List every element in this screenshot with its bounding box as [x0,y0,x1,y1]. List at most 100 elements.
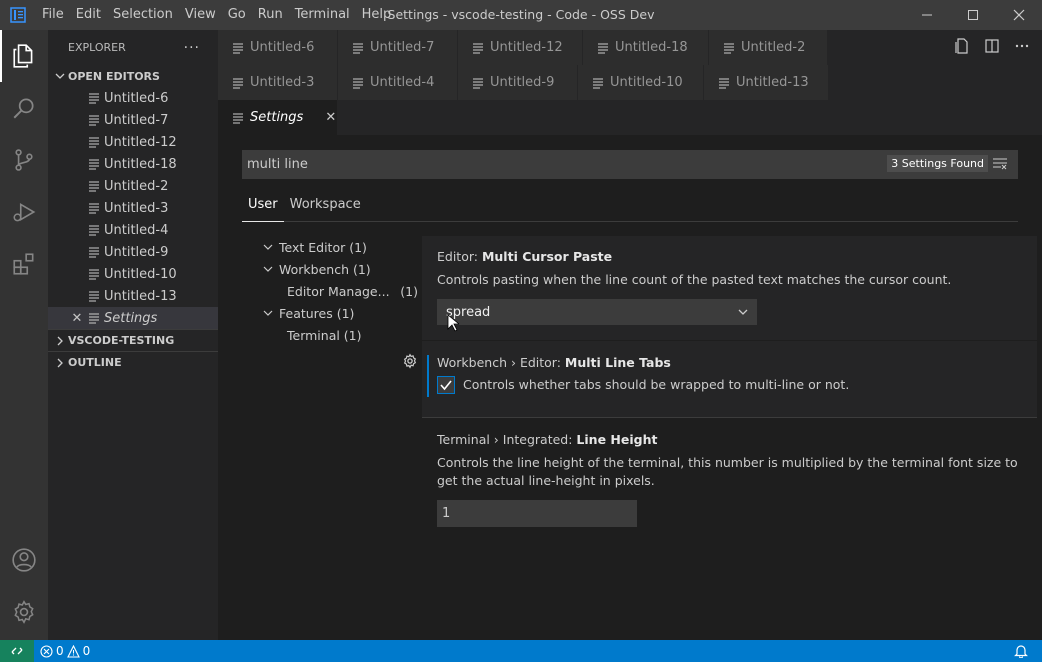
open-editor-item[interactable]: Untitled-9 [48,241,218,263]
setting-title: Workbench › Editor: Multi Line Tabs [437,355,1022,370]
focus-indicator [427,355,429,397]
menu-help[interactable]: Help [356,0,398,30]
toc-features[interactable]: Features (1) [258,302,418,324]
setting-description: Controls pasting when the line count of … [437,272,952,287]
file-lines-icon [352,42,364,54]
search-activity[interactable] [0,82,48,134]
explorer-activity[interactable] [0,30,48,82]
tab-untitled-18[interactable]: Untitled-18 [583,30,709,65]
open-editor-label: Untitled-9 [104,244,169,260]
setting-category: Editor: [437,249,482,264]
menu-selection[interactable]: Selection [107,0,179,30]
tab-row-2: Untitled-3 Untitled-4 Untitled-9 Untitled-1… [218,65,829,100]
settings-scope-tabs: User Workspace [242,195,1018,222]
file-lines-icon [352,77,364,89]
open-editor-item[interactable]: Untitled-3 [48,197,218,219]
problems-indicator[interactable]: 0 0 [34,644,90,658]
menu-view[interactable]: View [179,0,222,30]
split-editor-icon[interactable] [984,38,1000,54]
tab-untitled-12[interactable]: Untitled-12 [458,30,583,65]
tab-untitled-6[interactable]: Untitled-6 [218,30,338,65]
menu-file[interactable]: File [36,0,70,30]
remote-indicator[interactable] [0,640,34,662]
tab-untitled-9[interactable]: Untitled-9 [458,65,578,100]
source-control-activity[interactable] [0,134,48,186]
accounts-activity[interactable] [0,534,48,586]
more-actions-icon[interactable]: ··· [184,40,200,56]
extensions-activity[interactable] [0,238,48,290]
menu-go[interactable]: Go [222,0,252,30]
status-bar: 0 0 [0,640,1042,662]
clear-filter-icon[interactable] [992,157,1008,171]
open-editor-label: Untitled-6 [104,90,169,106]
open-editor-item[interactable]: Untitled-13 [48,285,218,307]
tab-label: Untitled-18 [615,40,688,55]
manage-activity[interactable] [0,586,48,638]
toc-terminal[interactable]: Terminal (1) [258,324,418,346]
file-lines-icon [88,136,104,148]
toc-workbench[interactable]: Workbench (1) [258,258,418,280]
toc-text-editor[interactable]: Text Editor (1) [258,236,418,258]
run-debug-activity[interactable] [0,186,48,238]
tab-settings[interactable]: Settings ✕ [218,100,338,135]
setting-description: Controls whether tabs should be wrapped … [463,377,850,392]
multi-line-tabs-checkbox[interactable] [437,376,455,394]
open-editor-item[interactable]: Untitled-7 [48,109,218,131]
results-count-badge: 3 Settings Found [887,155,988,172]
setting-title: Editor: Multi Cursor Paste [437,249,1022,264]
open-editor-item[interactable]: Untitled-12 [48,131,218,153]
open-editor-settings[interactable]: ✕ Settings [48,307,218,329]
toc-label: Text Editor (1) [279,239,367,255]
open-editor-item[interactable]: Untitled-4 [48,219,218,241]
open-editors-section[interactable]: OPEN EDITORS [48,65,218,87]
toc-editor-management[interactable]: Editor Manage... (1) [258,280,418,302]
tab-untitled-3[interactable]: Untitled-3 [218,65,338,100]
mouse-cursor-icon [447,314,459,332]
menu-run[interactable]: Run [252,0,289,30]
line-height-input[interactable]: 1 [437,500,637,527]
chevron-down-icon [52,71,68,81]
close-icon[interactable]: ✕ [66,311,88,326]
open-editor-item[interactable]: Untitled-2 [48,175,218,197]
more-actions-icon[interactable] [1014,38,1030,54]
close-tab-icon[interactable]: ✕ [325,110,336,125]
setting-gear-icon[interactable] [402,353,418,369]
setting-multi-line-tabs: Workbench › Editor: Multi Line Tabs Cont… [422,340,1037,418]
open-editor-label: Untitled-13 [104,288,177,304]
workspace-section[interactable]: VSCODE-TESTING [48,329,218,351]
tab-untitled-2[interactable]: Untitled-2 [709,30,828,65]
tab-user[interactable]: User [242,195,284,222]
open-editors-list: Untitled-6 Untitled-7 Untitled-12 Untitled-… [48,87,218,307]
file-lines-icon [718,77,730,89]
toc-label: Workbench (1) [279,261,371,277]
setting-description: Controls the line height of the terminal… [437,455,1018,488]
file-lines-icon [592,77,604,89]
open-editor-label: Untitled-18 [104,156,177,172]
chevron-down-icon [263,266,273,272]
tab-row-1: Untitled-6 Untitled-7 Untitled-12 Untitled-… [218,30,828,65]
multi-cursor-paste-select[interactable]: spread [437,299,757,325]
tab-untitled-7[interactable]: Untitled-7 [338,30,458,65]
open-editor-item[interactable]: Untitled-6 [48,87,218,109]
menu-terminal[interactable]: Terminal [289,0,356,30]
menu-edit[interactable]: Edit [70,0,107,30]
file-lines-icon [88,158,104,170]
minimize-button[interactable] [904,0,950,30]
tab-untitled-4[interactable]: Untitled-4 [338,65,458,100]
tab-untitled-13[interactable]: Untitled-13 [704,65,829,100]
open-editors-label: OPEN EDITORS [68,69,160,83]
settings-search-input[interactable]: multi line 3 Settings Found [242,150,1018,179]
toc-count: (1) [400,283,418,299]
outline-section[interactable]: OUTLINE [48,351,218,373]
open-editor-item[interactable]: Untitled-18 [48,153,218,175]
open-editor-item[interactable]: Untitled-10 [48,263,218,285]
tab-workspace[interactable]: Workspace [284,195,367,222]
source-control-icon [15,149,33,171]
file-lines-icon [88,312,104,324]
notifications-bell-icon[interactable] [1014,644,1028,658]
maximize-button[interactable] [950,0,996,30]
tab-untitled-10[interactable]: Untitled-10 [578,65,704,100]
close-window-button[interactable] [996,0,1042,30]
file-lines-icon [232,77,244,89]
open-settings-json-icon[interactable] [954,38,970,54]
